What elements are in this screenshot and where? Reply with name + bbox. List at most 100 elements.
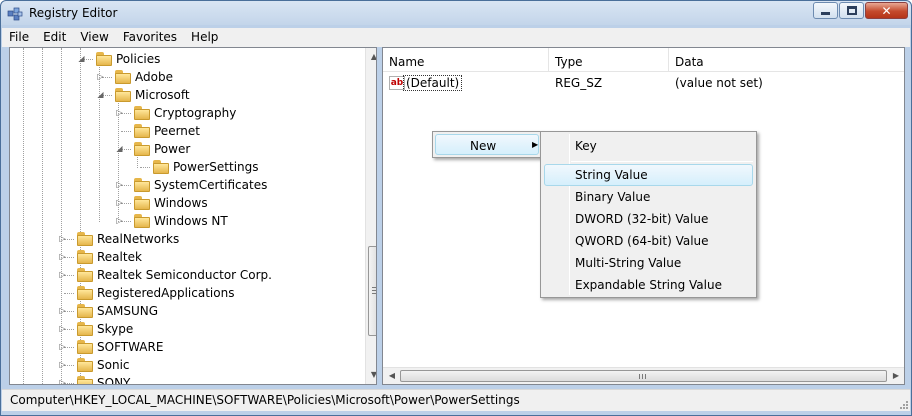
tree-item[interactable]: ▷ SONY [10,374,364,384]
menu-favorites[interactable]: Favorites [116,28,184,47]
maximize-button[interactable] [839,2,864,19]
tree-item-label: RegisteredApplications [97,286,235,300]
title-bar[interactable]: Registry Editor ✕ [1,1,911,26]
tree-expander-icon[interactable]: ▷ [115,108,124,117]
tree-item[interactable]: ▷ SystemCertificates [10,176,364,194]
submenu-item-label: QWORD (64-bit) Value [575,234,709,248]
close-button[interactable]: ✕ [865,2,908,19]
tree-item-label: Cryptography [154,106,237,120]
submenu-item-expandable-string-value[interactable]: Expandable String Value [544,274,753,296]
scroll-left-arrow-icon[interactable]: ◀ [384,368,400,384]
tree-expander-icon[interactable]: ▷ [58,234,67,243]
tree-expander-icon[interactable]: ▷ [115,198,124,207]
minimize-button[interactable] [813,2,838,19]
tree-item-label: Microsoft [135,88,190,102]
folder-icon [77,376,93,384]
tree-item[interactable]: ▷ SAMSUNG [10,302,364,320]
scrollbar-thumb[interactable] [400,370,887,382]
tree-item[interactable]: ▷ SOFTWARE [10,338,364,356]
status-bar: Computer\HKEY_LOCAL_MACHINE\SOFTWARE\Pol… [2,389,910,411]
tree-expander-icon[interactable]: ▷ [58,342,67,351]
submenu-item-dword-value[interactable]: DWORD (32-bit) Value [544,208,753,230]
tree-item-label: Policies [116,52,161,66]
tree-expander-icon[interactable] [115,126,124,135]
tree-expander-icon[interactable]: ▷ [58,252,67,261]
registry-tree-pane[interactable]: ◢ Policies ▷ Adobe ◢ Microsoft ▷ Cryptography Pe… [9,47,377,385]
tree-expander-icon[interactable]: ▷ [58,306,67,315]
column-header-data[interactable]: Data [675,55,704,69]
tree-item[interactable]: ▷ RealNetworks [10,230,364,248]
tree-item-label: Realtek Semiconductor Corp. [97,268,272,282]
tree-item-label: Adobe [135,70,173,84]
submenu-item-label: Binary Value [575,190,651,204]
folder-icon [134,124,150,138]
column-divider[interactable] [668,48,669,72]
tree-item[interactable]: ▷ Adobe [10,68,364,86]
tree-expander-icon[interactable]: ◢ [115,144,124,153]
tree-vertical-scrollbar[interactable]: ▲ ▼ [365,48,376,384]
submenu-item-label: DWORD (32-bit) Value [575,212,709,226]
tree-expander-icon[interactable]: ▷ [115,180,124,189]
tree-item[interactable]: ◢ Power [10,140,364,158]
tree-item[interactable]: ◢ Microsoft [10,86,364,104]
menu-edit[interactable]: Edit [36,28,73,47]
tree-item-label: SystemCertificates [154,178,268,192]
folder-icon [77,358,93,372]
tree-item-label: PowerSettings [173,160,259,174]
submenu-item-string-value[interactable]: String Value [544,164,753,186]
submenu-item-binary-value[interactable]: Binary Value [544,186,753,208]
tree-item[interactable]: ▷ Realtek [10,248,364,266]
submenu-item-qword-value[interactable]: QWORD (64-bit) Value [544,230,753,252]
tree-expander-icon[interactable]: ▷ [58,360,67,369]
tree-expander-icon[interactable]: ▷ [58,270,67,279]
tree-item[interactable]: ◢ Policies [10,50,364,68]
list-horizontal-scrollbar[interactable]: ◀ ▶ [383,367,904,384]
tree-item-label: Windows NT [154,214,228,228]
tree-item[interactable]: RegisteredApplications [10,284,364,302]
submenu-item-label: Expandable String Value [575,278,722,292]
menu-view[interactable]: View [73,28,115,47]
tree-item-label: Peernet [154,124,200,138]
tree-expander-icon[interactable] [58,288,67,297]
folder-icon [134,178,150,192]
scroll-up-arrow-icon[interactable]: ▲ [366,49,376,65]
tree-item[interactable]: ▷ Realtek Semiconductor Corp. [10,266,364,284]
tree-item[interactable]: Peernet [10,122,364,140]
tree-item-label: RealNetworks [97,232,180,246]
value-name: (Default) [403,75,463,91]
column-divider[interactable] [548,48,549,72]
folder-icon [77,340,93,354]
new-submenu: Key String Value Binary Value DWORD (32-… [540,131,757,298]
registry-editor-window: Registry Editor ✕ File Edit View Favorit… [0,0,912,416]
column-header-type[interactable]: Type [555,55,583,69]
tree-expander-icon[interactable]: ▷ [58,324,67,333]
tree-expander-icon[interactable]: ▷ [115,216,124,225]
submenu-arrow-icon: ▶ [532,140,539,149]
folder-icon [134,106,150,120]
folder-icon [77,322,93,336]
value-row-default[interactable]: ab (Default) REG_SZ (value not set) [383,74,904,92]
submenu-item-multi-string-value[interactable]: Multi-String Value [544,252,753,274]
value-type: REG_SZ [555,76,603,90]
tree-expander-icon[interactable]: ◢ [96,90,105,99]
column-header-name[interactable]: Name [389,55,424,69]
registry-editor-icon [7,7,23,21]
scroll-down-arrow-icon[interactable]: ▼ [366,367,376,383]
submenu-item-key[interactable]: Key [544,135,753,157]
resize-grip-icon[interactable] [898,399,908,409]
tree-item[interactable]: ▷ Cryptography [10,104,364,122]
tree-item[interactable]: ▷ Windows NT [10,212,364,230]
scroll-right-arrow-icon[interactable]: ▶ [888,368,904,384]
tree-expander-icon[interactable]: ▷ [58,378,67,384]
tree-expander-icon[interactable]: ◢ [77,54,86,63]
tree-item[interactable]: PowerSettings [10,158,364,176]
menu-item-new[interactable]: New ▶ [435,134,539,155]
scrollbar-thumb[interactable] [368,246,376,336]
tree-item[interactable]: ▷ Windows [10,194,364,212]
tree-item[interactable]: ▷ Skype [10,320,364,338]
tree-expander-icon[interactable]: ▷ [96,72,105,81]
menu-file[interactable]: File [2,28,36,47]
tree-expander-icon[interactable] [134,162,143,171]
tree-item[interactable]: ▷ Sonic [10,356,364,374]
menu-help[interactable]: Help [184,28,225,47]
